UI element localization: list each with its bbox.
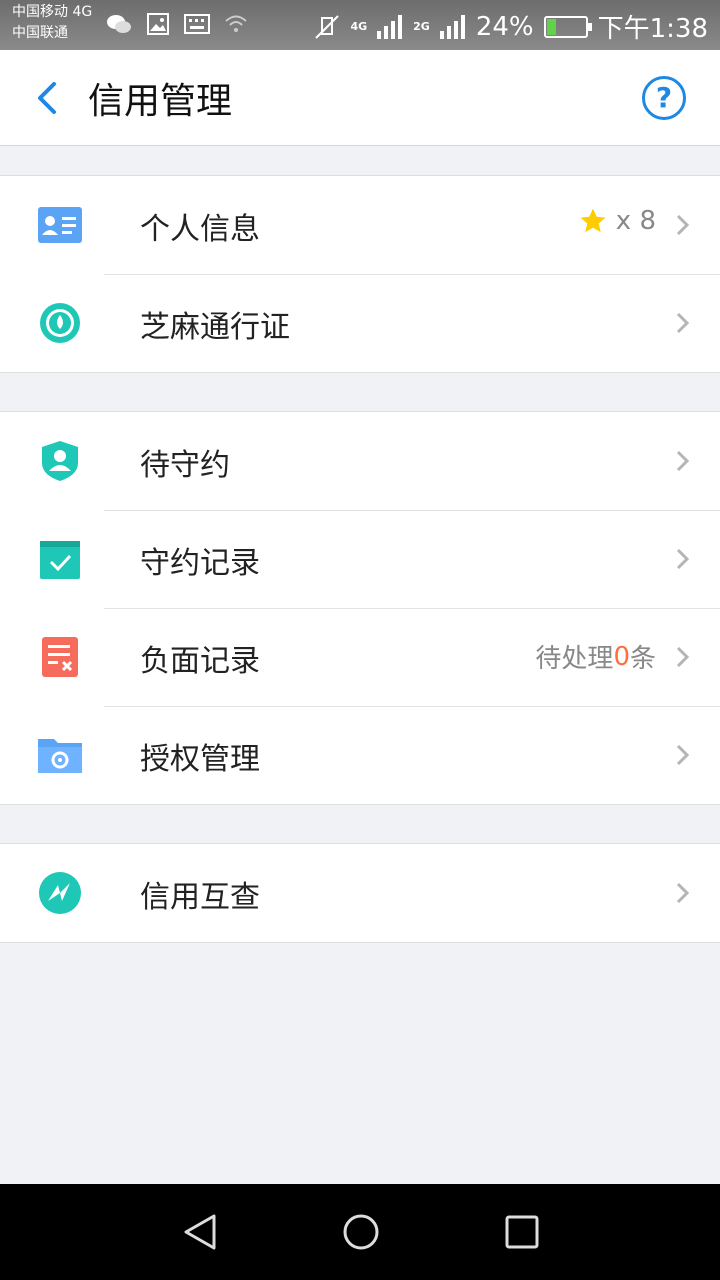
sesame-pass-icon	[40, 303, 80, 343]
nav-back-icon[interactable]	[180, 1212, 220, 1252]
back-arrow-icon[interactable]	[26, 78, 66, 118]
shield-user-icon	[42, 441, 78, 481]
menu-item-promise-records[interactable]: 守约记录	[0, 510, 720, 608]
battery-icon	[543, 15, 592, 38]
status-suffix: 条	[629, 644, 656, 674]
nav-recents-icon[interactable]	[502, 1212, 542, 1252]
menu-item-label: 负面记录	[140, 644, 260, 679]
carrier-2: 中国联通	[12, 25, 68, 41]
status-bar: 中国移动 4G 中国联通 4G 2G 24% 下午1:38	[0, 0, 720, 50]
id-card-icon	[38, 207, 82, 243]
star-count: x 8	[615, 206, 656, 236]
chevron-right-icon	[676, 450, 690, 472]
menu-item-label: 待守约	[140, 448, 230, 483]
network-type-2: 2G	[413, 20, 430, 33]
credit-check-icon	[39, 872, 81, 914]
carrier-1: 中国移动 4G	[12, 4, 93, 20]
status-prefix: 待处理	[535, 644, 614, 674]
system-nav-bar	[0, 1184, 720, 1280]
pending-status: 待处理 0 条	[535, 638, 656, 675]
page-title: 信用管理	[88, 81, 233, 122]
menu-item-personal-info[interactable]: 个人信息 x 8	[0, 176, 720, 274]
battery-percent: 24%	[475, 11, 534, 42]
notification-icons	[106, 12, 248, 36]
menu-item-label: 授权管理	[140, 742, 260, 777]
menu-item-label: 信用互查	[140, 880, 260, 915]
chevron-right-icon	[676, 882, 690, 904]
signal-icon	[377, 14, 403, 39]
menu-item-sesame-pass[interactable]: 芝麻通行证	[0, 274, 720, 372]
menu-item-label: 芝麻通行证	[140, 310, 290, 345]
folder-gear-icon	[38, 739, 82, 773]
signal-icon	[439, 14, 465, 39]
menu-item-pending-promises[interactable]: 待守约	[0, 412, 720, 510]
group-check: 信用互查	[0, 843, 720, 943]
menu-item-label: 守约记录	[140, 546, 260, 581]
star-icon	[580, 208, 606, 233]
keyboard-icon	[184, 14, 210, 34]
star-badge: x 8	[578, 206, 656, 236]
document-x-icon	[42, 637, 78, 677]
chevron-right-icon	[676, 646, 690, 668]
app-header: 信用管理 ?	[0, 50, 720, 146]
menu-item-credit-check[interactable]: 信用互查	[0, 844, 720, 942]
image-icon	[147, 13, 169, 35]
wifi-icon	[225, 15, 247, 32]
chevron-right-icon	[676, 548, 690, 570]
clock: 下午1:38	[597, 14, 708, 44]
group-profile: 个人信息 x 8 芝麻通行证	[0, 175, 720, 373]
chevron-right-icon	[676, 312, 690, 334]
nav-home-icon[interactable]	[341, 1212, 381, 1252]
network-type-1: 4G	[350, 20, 368, 33]
menu-item-label: 个人信息	[140, 212, 260, 247]
help-button[interactable]: ?	[642, 76, 686, 120]
wechat-icon	[107, 15, 131, 33]
chevron-right-icon	[676, 214, 690, 236]
status-count: 0	[613, 641, 630, 672]
carrier-info: 中国移动 4G 中国联通	[12, 2, 92, 44]
chevron-right-icon	[676, 744, 690, 766]
menu-item-authorization[interactable]: 授权管理	[0, 706, 720, 804]
menu-item-negative-records[interactable]: 负面记录 待处理 0 条	[0, 608, 720, 706]
mute-icon	[315, 14, 340, 39]
calendar-check-icon	[40, 541, 80, 579]
group-records: 待守约 守约记录 负面记录 待处理 0 条 授权管理	[0, 411, 720, 805]
